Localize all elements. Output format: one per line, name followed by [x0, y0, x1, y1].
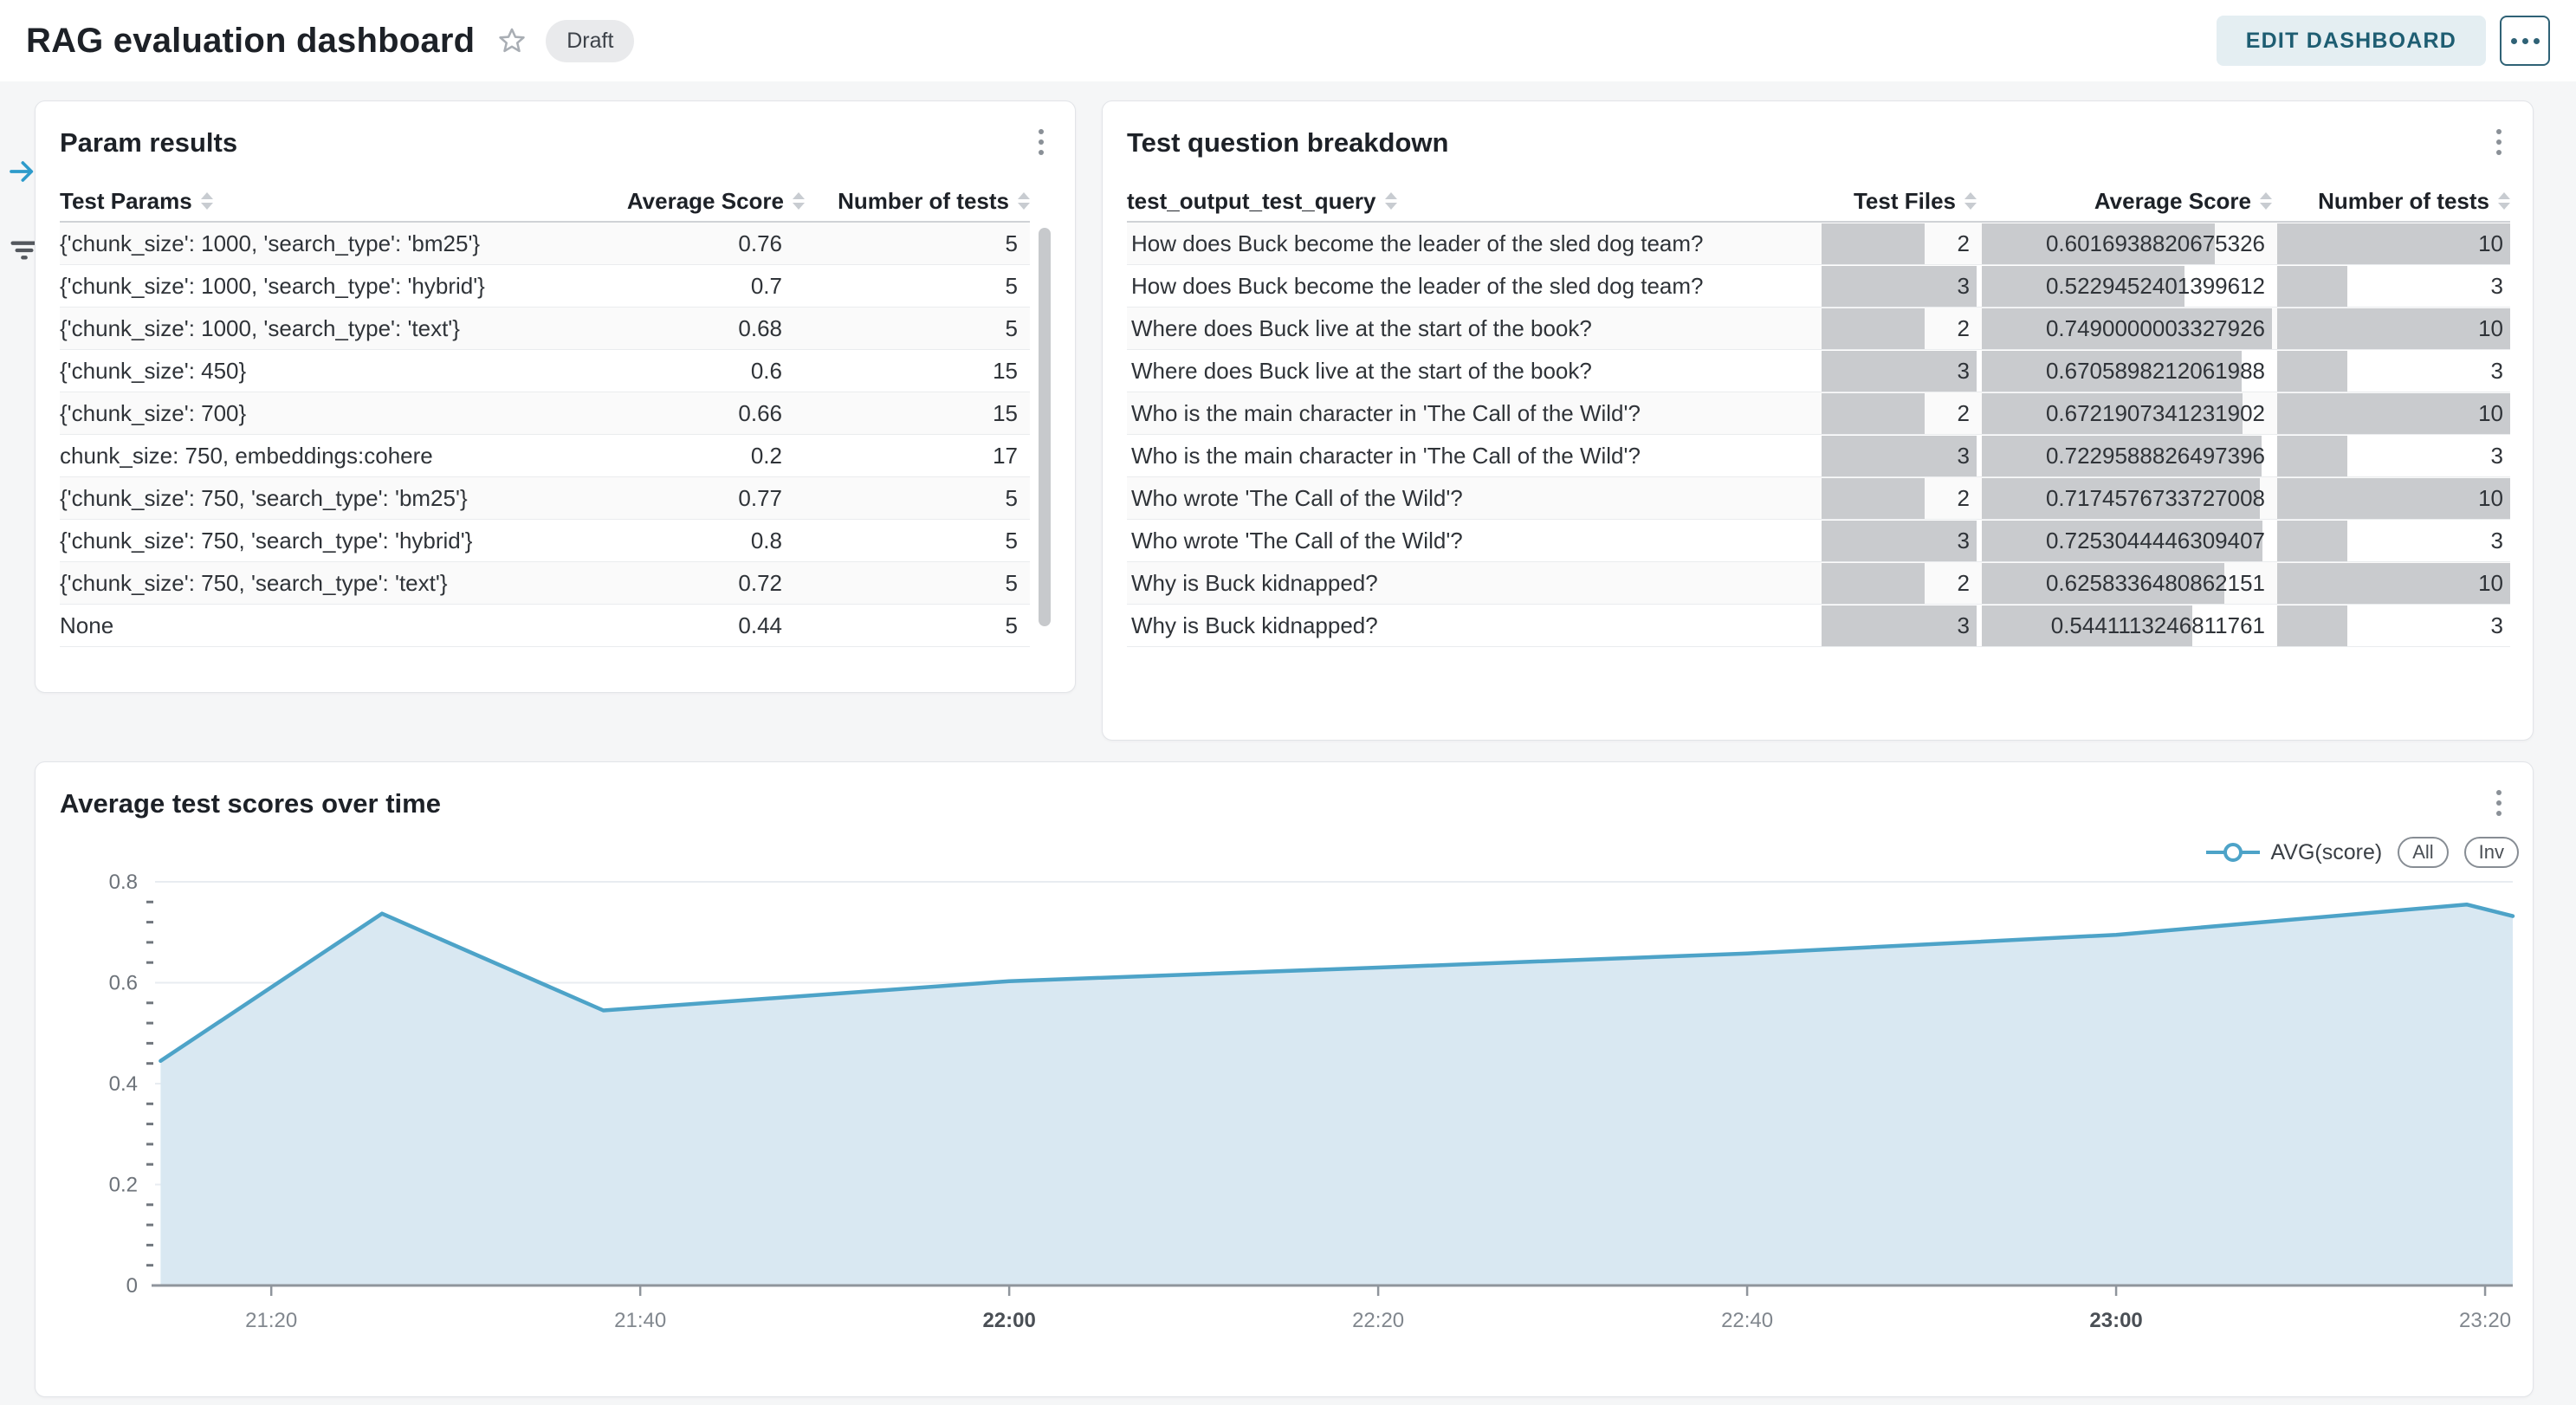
card-title: Test question breakdown [1127, 127, 1448, 159]
top-header: RAG evaluation dashboard Draft EDIT DASH… [0, 0, 2576, 81]
table-row[interactable]: {'chunk_size': 1000, 'search_type': 'bm2… [60, 223, 1030, 265]
table-row[interactable]: Why is Buck kidnapped?20.625833648086215… [1127, 562, 2510, 605]
table-header: Test Params Average Score Number of test… [60, 181, 1030, 223]
svg-text:21:20: 21:20 [245, 1309, 297, 1332]
column-header[interactable]: Test Params [60, 188, 536, 215]
scores-over-time-card: Average test scores over time AVG(score)… [35, 761, 2534, 1397]
card-menu-kebab-icon[interactable] [1033, 124, 1049, 160]
table-header: test_output_test_query Test Files Averag… [1127, 181, 2510, 223]
sort-icon[interactable] [2260, 192, 2272, 210]
svg-text:0.6: 0.6 [109, 971, 138, 994]
column-header[interactable]: Number of tests [2277, 188, 2510, 215]
svg-text:0.4: 0.4 [109, 1072, 138, 1096]
sort-icon[interactable] [2498, 192, 2510, 210]
table-row[interactable]: Who wrote 'The Call of the Wild'?20.7174… [1127, 477, 2510, 520]
ellipsis-icon [2511, 38, 2517, 44]
table-row[interactable]: {'chunk_size': 750, 'search_type': 'hybr… [60, 520, 1030, 562]
param-results-table: Test Params Average Score Number of test… [60, 181, 1030, 647]
card-title: Param results [60, 127, 237, 159]
svg-text:0.2: 0.2 [109, 1173, 138, 1196]
svg-text:22:40: 22:40 [1721, 1309, 1773, 1332]
table-row[interactable]: None0.445 [60, 605, 1030, 647]
table-row[interactable]: {'chunk_size': 450}0.615 [60, 350, 1030, 392]
table-row[interactable]: Why is Buck kidnapped?30.544111324681176… [1127, 605, 2510, 647]
table-row[interactable]: {'chunk_size': 700}0.6615 [60, 392, 1030, 435]
favorite-star-icon[interactable] [497, 26, 527, 55]
table-row[interactable]: {'chunk_size': 750, 'search_type': 'text… [60, 562, 1030, 605]
table-scrollbar[interactable] [1039, 228, 1051, 626]
table-row[interactable]: Who is the main character in 'The Call o… [1127, 435, 2510, 477]
column-header[interactable]: Average Score [536, 188, 805, 215]
table-row[interactable]: chunk_size: 750, embeddings:cohere0.217 [60, 435, 1030, 477]
svg-text:23:00: 23:00 [2089, 1309, 2142, 1332]
page-title: RAG evaluation dashboard [26, 22, 475, 61]
table-row[interactable]: {'chunk_size': 1000, 'search_type': 'hyb… [60, 265, 1030, 308]
table-row[interactable]: How does Buck become the leader of the s… [1127, 265, 2510, 308]
svg-text:22:20: 22:20 [1352, 1309, 1404, 1332]
card-menu-kebab-icon[interactable] [2491, 124, 2507, 160]
area-chart[interactable]: 0 0.2 0.4 0.6 0.8 21:20 21:40 22:00 22:20 22:40 23… [36, 762, 2534, 1398]
sort-icon[interactable] [1385, 192, 1397, 210]
table-row[interactable]: Where does Buck live at the start of the… [1127, 350, 2510, 392]
table-row[interactable]: How does Buck become the leader of the s… [1127, 223, 2510, 265]
table-row[interactable]: Who is the main character in 'The Call o… [1127, 392, 2510, 435]
svg-text:0: 0 [126, 1274, 138, 1298]
edit-dashboard-button[interactable]: EDIT DASHBOARD [2217, 16, 2486, 66]
question-breakdown-card: Test question breakdown test_output_test… [1102, 100, 2534, 741]
sort-icon[interactable] [1018, 192, 1030, 210]
param-results-card: Param results Test Params Average Score … [35, 100, 1076, 693]
question-breakdown-table: test_output_test_query Test Files Averag… [1127, 181, 2510, 647]
svg-text:0.8: 0.8 [109, 871, 138, 894]
status-badge: Draft [546, 20, 634, 62]
column-header[interactable]: Test Files [1822, 188, 1977, 215]
sort-icon[interactable] [201, 192, 213, 210]
svg-text:23:20: 23:20 [2459, 1309, 2511, 1332]
table-row[interactable]: {'chunk_size': 750, 'search_type': 'bm25… [60, 477, 1030, 520]
table-row[interactable]: Who wrote 'The Call of the Wild'?30.7253… [1127, 520, 2510, 562]
column-header[interactable]: Average Score [1982, 188, 2272, 215]
more-options-button[interactable] [2500, 16, 2550, 66]
table-row[interactable]: {'chunk_size': 1000, 'search_type': 'tex… [60, 308, 1030, 350]
svg-text:21:40: 21:40 [614, 1309, 666, 1332]
column-header[interactable]: test_output_test_query [1127, 188, 1816, 215]
table-row[interactable]: Where does Buck live at the start of the… [1127, 308, 2510, 350]
question-breakdown-body: How does Buck become the leader of the s… [1127, 223, 2510, 647]
svg-text:22:00: 22:00 [982, 1309, 1035, 1332]
sort-icon[interactable] [1964, 192, 1977, 210]
header-actions: EDIT DASHBOARD [2217, 16, 2550, 66]
param-results-body: {'chunk_size': 1000, 'search_type': 'bm2… [60, 223, 1030, 647]
column-header[interactable]: Number of tests [805, 188, 1030, 215]
sort-icon[interactable] [793, 192, 805, 210]
